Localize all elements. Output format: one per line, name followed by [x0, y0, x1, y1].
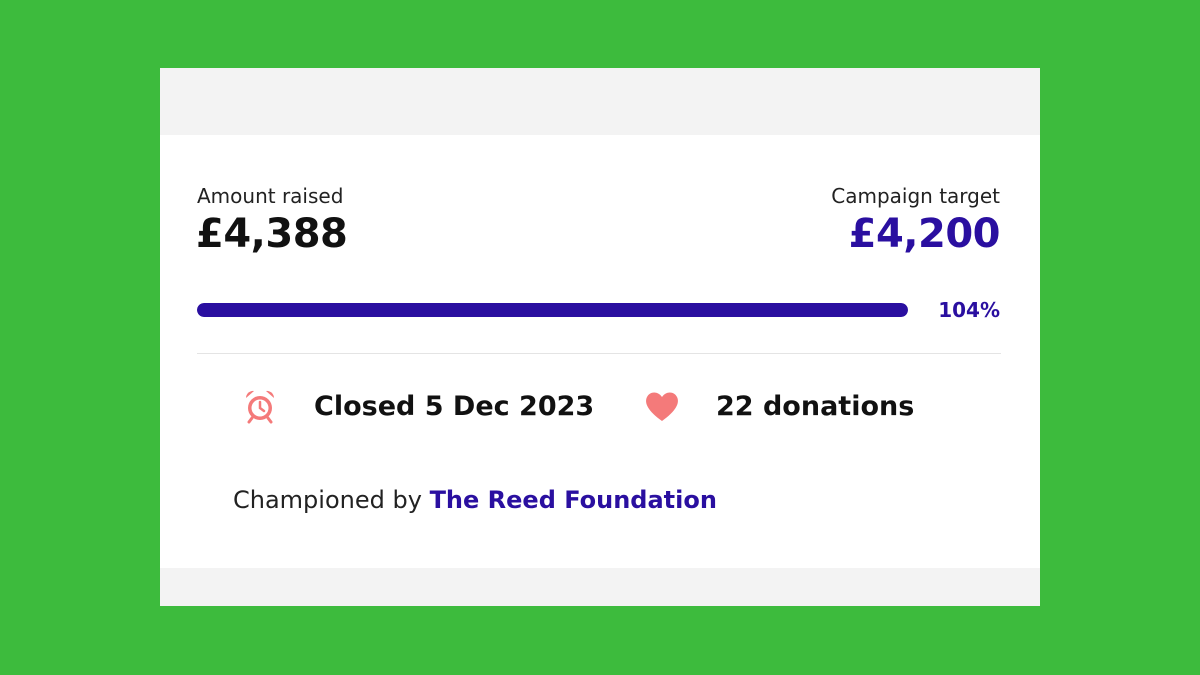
progress-percent: 104% [938, 298, 1000, 322]
campaign-card: Amount raised £4,388 Campaign target £4,… [160, 68, 1040, 606]
card-header-band [160, 68, 1040, 135]
champion-link[interactable]: The Reed Foundation [430, 486, 717, 514]
amount-raised-value: £4,388 [196, 211, 348, 257]
closed-date-text: Closed 5 Dec 2023 [314, 390, 595, 422]
donations-stat: 22 donations [642, 386, 914, 426]
campaign-target-value: £4,200 [848, 211, 1001, 257]
card-footer-band [160, 568, 1040, 606]
championed-by: Championed by The Reed Foundation [233, 486, 717, 514]
amount-raised-label: Amount raised [197, 184, 344, 208]
campaign-target-label: Campaign target [831, 184, 1000, 208]
championed-by-prefix: Championed by [233, 486, 422, 514]
donations-text: 22 donations [716, 390, 915, 422]
closed-date-stat: Closed 5 Dec 2023 [240, 386, 594, 426]
heart-icon [642, 386, 682, 426]
progress-bar-fill [197, 303, 908, 317]
alarm-clock-icon [240, 386, 280, 426]
divider [197, 353, 1001, 354]
progress-bar [197, 303, 908, 317]
